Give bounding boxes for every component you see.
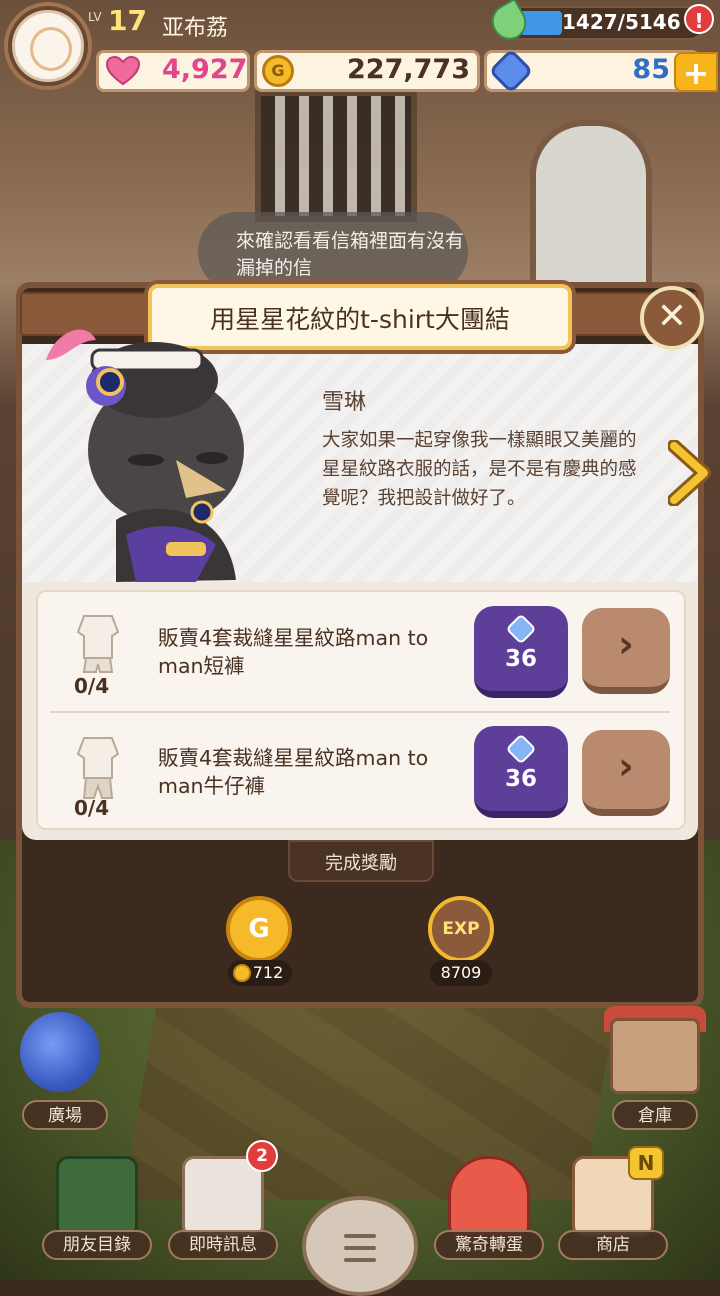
exp-reward-icon: EXP <box>428 896 494 962</box>
exp-reward-value: 8709 <box>430 960 492 986</box>
avatar[interactable] <box>12 10 84 82</box>
task-label: 販賣4套裁縫星星紋路man to man牛仔褲 <box>158 746 429 798</box>
task-progress: 0/4 <box>74 796 110 820</box>
coin-icon <box>233 964 251 982</box>
nav-gacha[interactable]: 驚奇轉蛋 <box>434 1148 544 1266</box>
gem-cost: 36 <box>504 766 537 792</box>
gem-icon <box>505 613 537 645</box>
npc-dialogue: 大家如果一起穿像我一樣顯眼又美麗的星星紋路衣服的話，是不是有慶典的感覺呢？我把設… <box>322 430 637 509</box>
heart-icon <box>106 56 140 86</box>
divider <box>50 711 670 713</box>
nav-friends-label: 朋友目錄 <box>42 1230 152 1260</box>
npc-name: 雪琳 <box>322 390 367 415</box>
npc-portrait <box>46 329 244 582</box>
plaza-tree-icon[interactable] <box>20 1012 100 1092</box>
level-value: 17 <box>108 4 147 37</box>
building-window <box>255 90 417 222</box>
messages-badge: 2 <box>246 1140 278 1172</box>
next-arrow-icon[interactable] <box>668 440 712 506</box>
task-progress: 0/4 <box>74 674 110 698</box>
coins-value: 227,773 <box>347 54 470 85</box>
gem-icon <box>505 733 537 765</box>
npc-speech-bubble: 來確認看看信箱裡面有沒有漏掉的信 <box>198 212 468 292</box>
gem-complete-button[interactable]: 36 <box>474 726 568 818</box>
storage-house-icon[interactable] <box>610 1018 700 1094</box>
gacha-machine-icon <box>448 1156 530 1238</box>
reward-label: 完成獎勵 <box>325 853 397 874</box>
arched-window <box>530 120 652 302</box>
level-label: LV <box>88 10 102 24</box>
coin-icon: G <box>262 55 294 87</box>
alert-icon[interactable]: ! <box>684 4 714 34</box>
jeans-item-icon <box>76 737 120 799</box>
menu-icon-line <box>344 1234 376 1238</box>
gold-reward-icon: G <box>226 896 292 962</box>
gems-value: 85 <box>632 54 670 85</box>
task-label: 販賣4套裁縫星星紋路man to man短褲 <box>158 626 429 678</box>
nav-friends[interactable]: 朋友目錄 <box>42 1148 152 1266</box>
nav-gacha-label: 驚奇轉蛋 <box>434 1230 544 1260</box>
close-button[interactable]: ✕ <box>640 286 704 350</box>
hearts-value: 4,927 <box>162 54 248 85</box>
go-to-task-button[interactable]: › <box>582 608 670 694</box>
gem-complete-button[interactable]: 36 <box>474 606 568 698</box>
menu-icon-line <box>344 1258 376 1262</box>
plaza-label[interactable]: 廣場 <box>22 1100 108 1130</box>
gem-cost: 36 <box>504 646 537 672</box>
player-name: 亚布荔 <box>162 16 229 41</box>
friends-book-icon <box>56 1156 138 1238</box>
add-gems-button[interactable]: + <box>674 52 718 92</box>
nav-messages-label: 即時訊息 <box>168 1230 278 1260</box>
storage-label[interactable]: 倉庫 <box>612 1100 698 1130</box>
exp-value: 1427/5146 <box>562 10 681 34</box>
go-to-task-button[interactable]: › <box>582 730 670 816</box>
avatar-face-icon <box>30 27 72 71</box>
menu-icon-line <box>344 1246 376 1250</box>
shorts-item-icon <box>76 615 120 673</box>
nav-shop-label: 商店 <box>558 1230 668 1260</box>
shop-new-badge: N <box>628 1146 664 1180</box>
